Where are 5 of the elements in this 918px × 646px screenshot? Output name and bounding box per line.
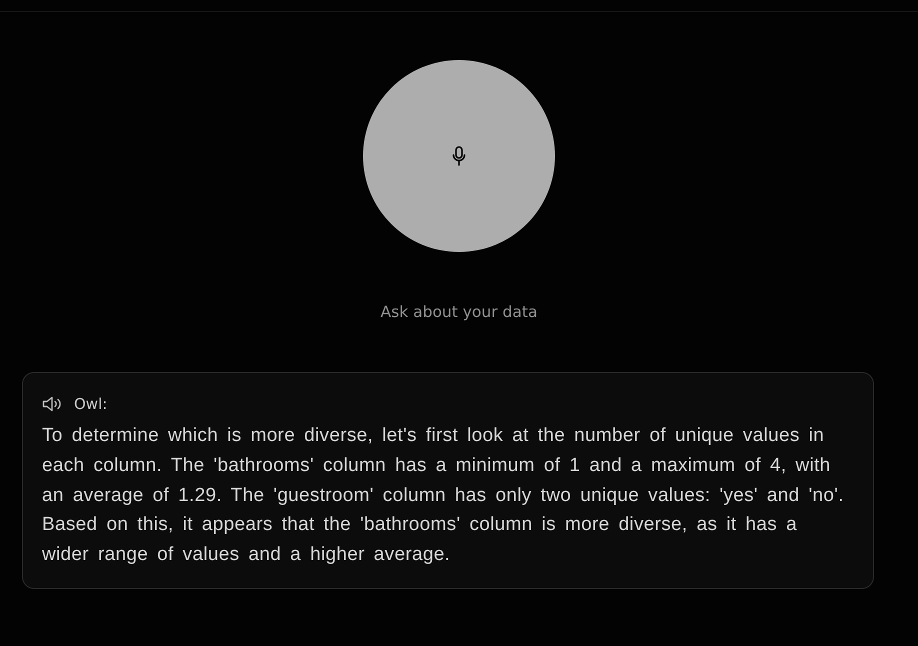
message-text: To determine which is more diverse, let's first look at the number of unique values in each column. The 'bathrooms' column has a minimum of 1 and a maximum of 4, with an average of 1.29. The 'guestroom' column has only two unique values: 'yes' and 'no'. Based on this, it appears that the 'bathrooms' column is more diverse, as it has a wider range of values and a higher average. bbox=[42, 424, 845, 568]
prompt-text: Ask about your data bbox=[380, 302, 538, 322]
speaker-name: Owl: bbox=[74, 395, 108, 413]
speaker-icon[interactable] bbox=[42, 396, 62, 412]
microphone-icon bbox=[452, 146, 466, 166]
